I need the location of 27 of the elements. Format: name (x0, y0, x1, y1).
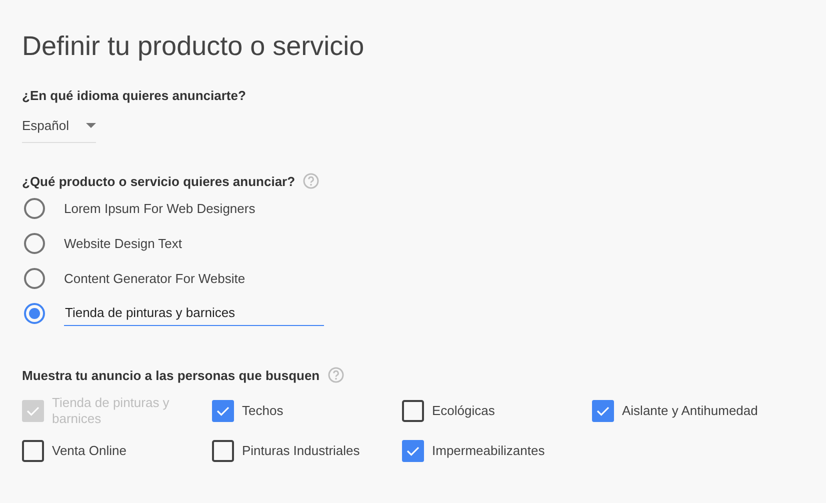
radio-button[interactable] (24, 233, 45, 254)
checkbox-label: Tienda de pinturas y barnices (52, 395, 170, 427)
radio-label: Content Generator For Website (64, 271, 246, 286)
caret-icon (86, 123, 96, 128)
question-label: Muestra tu anuncio a las personas que busquen (22, 368, 320, 382)
radio-label: Lorem Ipsum For Web Designers (64, 201, 256, 216)
question-label: ¿En qué idioma quieres anunciarte? (22, 88, 247, 103)
radio-label: Website Design Text (64, 236, 182, 251)
language-dropdown[interactable]: Español (22, 115, 96, 143)
checkbox[interactable] (592, 400, 614, 422)
checkbox-label: Ecológicas (432, 403, 495, 419)
question-label: ¿Qué producto o servicio quieres anunciar? (22, 174, 296, 188)
radio-button[interactable] (24, 303, 45, 324)
checkbox-label: Aislante y Antihumedad (622, 403, 758, 419)
checkbox-label: Techos (242, 403, 284, 419)
radio-button[interactable] (24, 198, 45, 219)
radio-button[interactable] (24, 268, 45, 289)
checkbox[interactable] (402, 440, 424, 462)
input-field[interactable]: Tienda de pinturas y barnices (64, 301, 324, 326)
checkbox[interactable] (22, 440, 44, 462)
checkbox-label: Pinturas Industriales (242, 442, 360, 458)
checkbox[interactable] (212, 400, 234, 422)
checkbox-label: Impermeabilizantes (432, 442, 545, 458)
checkbox[interactable] (212, 440, 234, 462)
checkbox-label: Venta Online (52, 442, 126, 458)
page-title: Definir tu producto o servicio (22, 30, 366, 63)
checkbox[interactable] (402, 400, 424, 422)
